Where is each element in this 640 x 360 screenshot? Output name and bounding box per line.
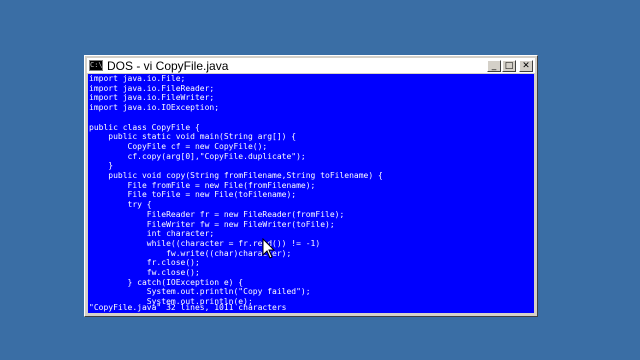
code-line: int character; (89, 229, 215, 239)
code-line: public static void main(String arg[]) { (89, 132, 297, 142)
code-line: fw.write((char)character); (89, 248, 292, 258)
code-line: cf.copy(arg[0],"CopyFile.duplicate"); (89, 151, 306, 161)
code-line: File fromFile = new File(fromFilename); (89, 180, 316, 190)
mouse-pointer-icon (262, 238, 276, 259)
code-line: import java.io.File; (89, 74, 186, 83)
code-line: fw.close(); (89, 268, 200, 278)
code-line: while((character = fr.read()) != -1) (89, 238, 321, 248)
code-line: } catch(IOException e) { (89, 277, 244, 287)
ms-dos-prompt-icon[interactable]: C:\ (89, 60, 103, 71)
window-title: DOS - vi CopyFile.java (107, 58, 229, 73)
close-button[interactable]: ✕ (519, 59, 533, 72)
dos-window[interactable]: C:\ DOS - vi CopyFile.java _ □ ✕ import … (84, 55, 538, 317)
code-line: } (89, 161, 114, 171)
code-line: public class CopyFile { (89, 122, 200, 132)
code-line: fr.close(); (89, 258, 200, 268)
code-line: import java.io.FileReader; (89, 83, 215, 93)
code-line: File toFile = new File(toFilename); (89, 190, 297, 200)
vi-status-line: "CopyFile.java" 32 lines, 1011 character… (89, 303, 287, 312)
console-area[interactable]: import java.io.File; import java.io.File… (88, 74, 534, 313)
code-line: CopyFile cf = new CopyFile(); (89, 141, 268, 151)
minimize-button[interactable]: _ (487, 59, 501, 72)
code-line: System.out.println("Copy failed"); (89, 287, 311, 297)
maximize-button[interactable]: □ (502, 59, 516, 72)
code-line: FileReader fr = new FileReader(fromFile)… (89, 209, 345, 219)
code-line: import java.io.IOException; (89, 103, 220, 113)
vi-editor-text[interactable]: import java.io.File; import java.io.File… (88, 74, 534, 307)
code-line: FileWriter fw = new FileWriter(toFile); (89, 219, 335, 229)
code-line: public void copy(String fromFilename,Str… (89, 171, 383, 181)
code-line: import java.io.FileWriter; (89, 93, 215, 103)
title-bar[interactable]: C:\ DOS - vi CopyFile.java _ □ ✕ (87, 58, 535, 73)
code-line: try { (89, 200, 152, 210)
